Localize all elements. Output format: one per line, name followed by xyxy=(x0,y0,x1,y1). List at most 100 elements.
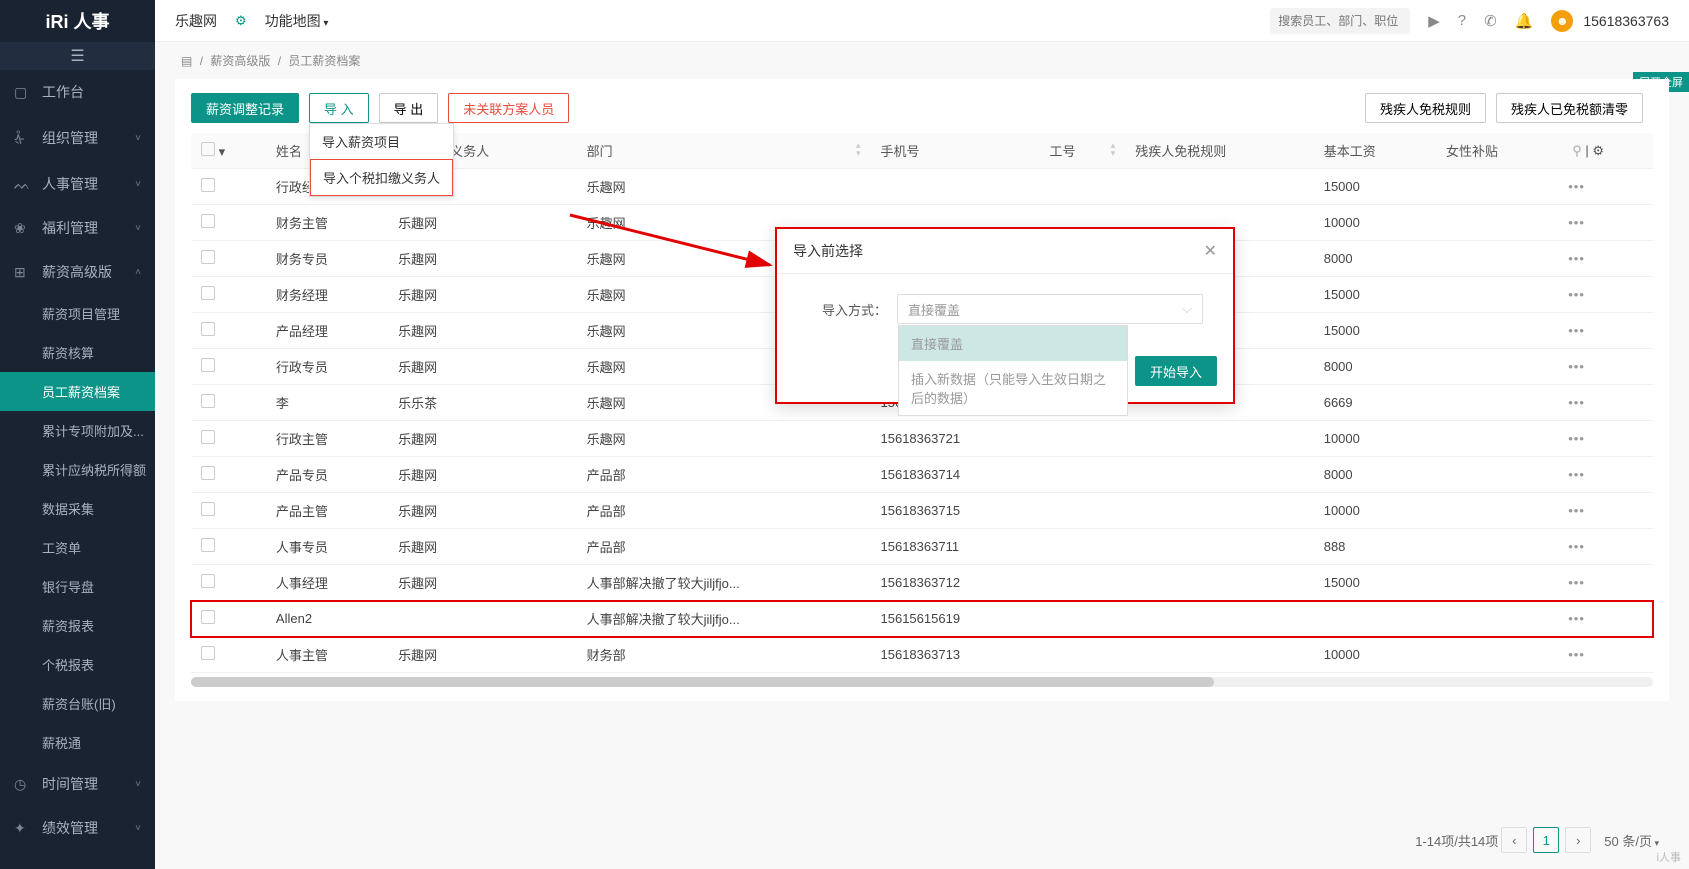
select-option[interactable]: 直接覆盖 xyxy=(899,326,1127,361)
nav-subitem-员工薪资档案[interactable]: 员工薪资档案 xyxy=(0,372,155,411)
column-header[interactable]: 女性补贴 xyxy=(1436,133,1558,169)
gear-icon[interactable]: ⚙ xyxy=(235,13,247,29)
pager-prev[interactable]: ‹ xyxy=(1501,827,1527,853)
nav-item-薪资高级版[interactable]: ⊞薪资高级版˄ xyxy=(0,250,155,294)
more-icon[interactable]: ••• xyxy=(1568,647,1585,662)
start-import-button[interactable]: 开始导入 xyxy=(1135,356,1217,386)
avatar[interactable]: ☻ xyxy=(1551,10,1573,32)
more-icon[interactable]: ••• xyxy=(1568,323,1585,338)
column-header[interactable]: 基本工资 xyxy=(1314,133,1436,169)
feature-map-menu[interactable]: 功能地图 xyxy=(265,11,329,31)
nav-subitem-薪资项目管理[interactable]: 薪资项目管理 xyxy=(42,294,155,333)
column-header[interactable]: 残疾人免税规则 xyxy=(1125,133,1313,169)
cell-taxrule xyxy=(1125,601,1313,637)
horizontal-scrollbar[interactable] xyxy=(191,677,1653,687)
checkbox[interactable] xyxy=(201,502,215,516)
nav-subitem-薪税通[interactable]: 薪税通 xyxy=(42,723,155,762)
more-icon[interactable]: ••• xyxy=(1568,611,1585,626)
chevron-down-icon: ˅ xyxy=(135,779,141,790)
more-icon[interactable]: ••• xyxy=(1568,287,1585,302)
nav-item-福利管理[interactable]: ❀福利管理˅ xyxy=(0,206,155,250)
phone-icon[interactable]: ✆ xyxy=(1484,12,1497,30)
unlinked-plan-button[interactable]: 未关联方案人员 xyxy=(448,93,569,123)
gear-icon[interactable]: ⚙ xyxy=(1592,143,1604,158)
table-row[interactable]: 人事主管 乐趣网 财务部 15618363713 10000 ••• xyxy=(191,637,1653,673)
column-header[interactable]: 手机号 xyxy=(871,133,1040,169)
checkbox[interactable] xyxy=(201,142,215,156)
checkbox[interactable] xyxy=(201,430,215,444)
nav-subitem-银行导盘[interactable]: 银行导盘 xyxy=(42,567,155,606)
sidebar-collapse[interactable]: ☰ xyxy=(0,42,155,70)
search-input[interactable] xyxy=(1270,8,1410,34)
nav-item-人事管理[interactable]: ᨓ人事管理˅ xyxy=(0,162,155,206)
bell-icon[interactable]: 🔔 xyxy=(1515,12,1534,30)
column-header[interactable]: 部门▴▾ xyxy=(577,133,871,169)
nav-item-组织管理[interactable]: ᢤ组织管理˅ xyxy=(0,114,155,162)
import-button[interactable]: 导 入 xyxy=(309,93,369,123)
nav-item-绩效管理[interactable]: ✦绩效管理˅ xyxy=(0,806,155,850)
disabled-tax-rule-button[interactable]: 残疾人免税规则 xyxy=(1365,93,1486,123)
more-icon[interactable]: ••• xyxy=(1568,215,1585,230)
checkbox[interactable] xyxy=(201,250,215,264)
more-icon[interactable]: ••• xyxy=(1568,539,1585,554)
nav-subitem-累计专项附加及...[interactable]: 累计专项附加及... xyxy=(42,411,155,450)
cell-name: 行政主管 xyxy=(266,421,388,457)
close-icon[interactable]: ✕ xyxy=(1204,241,1217,261)
nav-item-工作台[interactable]: ▢工作台 xyxy=(0,70,155,114)
table-row[interactable]: 产品专员 乐趣网 产品部 15618363714 8000 ••• xyxy=(191,457,1653,493)
checkbox[interactable] xyxy=(201,358,215,372)
nav-subitem-数据采集[interactable]: 数据采集 xyxy=(42,489,155,528)
nav-subitem-薪资报表[interactable]: 薪资报表 xyxy=(42,606,155,645)
table-row[interactable]: 人事专员 乐趣网 产品部 15618363711 888 ••• xyxy=(191,529,1653,565)
more-icon[interactable]: ••• xyxy=(1568,431,1585,446)
breadcrumb-part[interactable]: 薪资高级版 xyxy=(210,54,270,68)
sort-icon[interactable]: ▴▾ xyxy=(1111,141,1116,157)
table-row[interactable]: Allen2 人事部解决撤了较大jiljfjo... 15615615619 •… xyxy=(191,601,1653,637)
table-row[interactable]: 行政主管 乐趣网 乐趣网 15618363721 10000 ••• xyxy=(191,421,1653,457)
checkbox[interactable] xyxy=(201,538,215,552)
filter-icon[interactable]: ⚲ xyxy=(1572,143,1582,158)
checkbox[interactable] xyxy=(201,610,215,624)
more-icon[interactable]: ••• xyxy=(1568,179,1585,194)
sort-icon[interactable]: ▴▾ xyxy=(856,141,861,157)
checkbox[interactable] xyxy=(201,574,215,588)
checkbox[interactable] xyxy=(201,322,215,336)
more-icon[interactable]: ••• xyxy=(1568,575,1585,590)
import-mode-select[interactable]: 直接覆盖 直接覆盖 插入新数据（只能导入生效日期之后的数据） xyxy=(897,294,1203,324)
more-icon[interactable]: ••• xyxy=(1568,503,1585,518)
checkbox[interactable] xyxy=(201,214,215,228)
checkbox[interactable] xyxy=(201,178,215,192)
more-icon[interactable]: ••• xyxy=(1568,395,1585,410)
cell-name: 行政专员 xyxy=(266,349,388,385)
more-icon[interactable]: ••• xyxy=(1568,359,1585,374)
checkbox[interactable] xyxy=(201,646,215,660)
disabled-tax-clear-button[interactable]: 残疾人已免税额清零 xyxy=(1496,93,1643,123)
nav-subitem-个税报表[interactable]: 个税报表 xyxy=(42,645,155,684)
checkbox[interactable] xyxy=(201,394,215,408)
pager-page[interactable]: 1 xyxy=(1533,827,1559,853)
column-header[interactable]: 工号▴▾ xyxy=(1039,133,1125,169)
import-menu-item[interactable]: 导入薪资项目 xyxy=(310,124,453,159)
salary-adjust-record-button[interactable]: 薪资调整记录 xyxy=(191,93,299,123)
import-menu-item[interactable]: 导入个税扣缴义务人 xyxy=(310,159,453,196)
nav-item-时间管理[interactable]: ◷时间管理˅ xyxy=(0,762,155,806)
nav-subitem-薪资台账(旧)[interactable]: 薪资台账(旧) xyxy=(42,684,155,723)
cell-salary: 15000 xyxy=(1314,565,1436,601)
export-button[interactable]: 导 出 xyxy=(379,93,439,123)
help-icon[interactable]: ? xyxy=(1458,12,1466,29)
nav-subitem-薪资核算[interactable]: 薪资核算 xyxy=(42,333,155,372)
more-icon[interactable]: ••• xyxy=(1568,467,1585,482)
pager-next[interactable]: › xyxy=(1565,827,1591,853)
more-icon[interactable]: ••• xyxy=(1568,251,1585,266)
table-row[interactable]: 产品主管 乐趣网 产品部 15618363715 10000 ••• xyxy=(191,493,1653,529)
cell-name: 财务专员 xyxy=(266,241,388,277)
nav-subitem-工资单[interactable]: 工资单 xyxy=(42,528,155,567)
table-row[interactable]: 人事经理 乐趣网 人事部解决撤了较大jiljfjo... 15618363712… xyxy=(191,565,1653,601)
checkbox[interactable] xyxy=(201,466,215,480)
checkbox[interactable] xyxy=(201,286,215,300)
select-option[interactable]: 插入新数据（只能导入生效日期之后的数据） xyxy=(899,361,1127,415)
pager-size[interactable]: 50 条/页 xyxy=(1604,831,1659,850)
video-icon[interactable]: ▶ xyxy=(1428,12,1440,30)
nav-subitem-累计应纳税所得额[interactable]: 累计应纳税所得额 xyxy=(42,450,155,489)
column-header: ⚲ | ⚙ xyxy=(1558,133,1653,169)
